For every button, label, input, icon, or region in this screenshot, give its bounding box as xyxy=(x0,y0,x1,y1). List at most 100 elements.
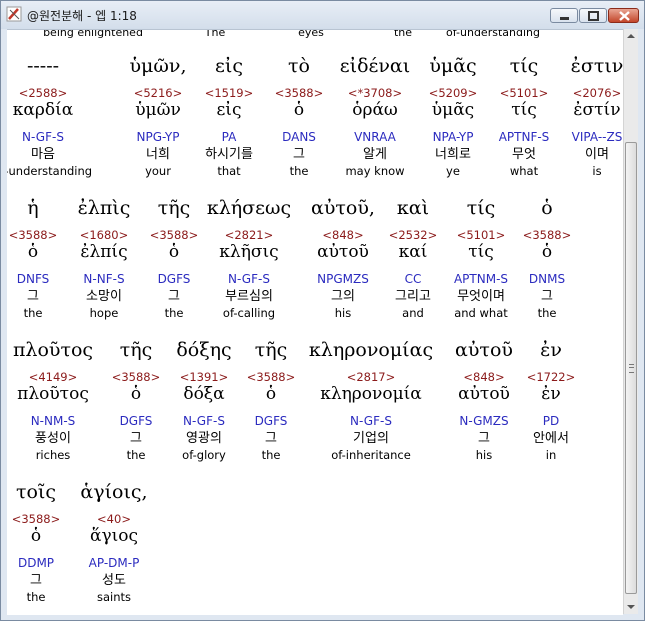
word-kor: 너희로 xyxy=(435,147,471,162)
word-kor: 무엇 xyxy=(512,147,536,162)
scroll-thumb[interactable] xyxy=(625,142,637,594)
word-greek[interactable]: ὑμῶν, xyxy=(130,54,187,78)
word-kor: 그리고 xyxy=(395,289,431,304)
word-lex: τίς xyxy=(468,242,494,262)
word-kor: 이며 xyxy=(585,147,609,162)
word-greek[interactable]: τοῖς xyxy=(16,480,56,504)
word-eng: of-understanding xyxy=(7,164,93,178)
word-kor: 그 xyxy=(541,289,553,304)
word-morph: DGFS xyxy=(254,414,288,428)
word-greek[interactable]: τὸ xyxy=(288,54,310,78)
word-greek[interactable]: πλοῦτος xyxy=(13,338,93,362)
word-eng: ye xyxy=(446,164,460,178)
word-morph: CC xyxy=(404,272,422,286)
cut-off-gloss: the xyxy=(393,29,413,39)
word-eng: of-inheritance xyxy=(331,448,411,462)
cut-off-gloss: of-understanding xyxy=(446,29,540,39)
word-kor: 그 xyxy=(293,147,305,162)
word-eng: saints xyxy=(96,590,132,604)
word-greek[interactable]: ἡ xyxy=(27,196,38,220)
word-lex: ἐστίν xyxy=(573,100,621,120)
word-morph: N-GF-S xyxy=(350,414,392,428)
word-eng: is xyxy=(592,164,602,178)
word-eng: what xyxy=(509,164,539,178)
word-lex: ὁ xyxy=(27,242,39,262)
word-kor: 성도 xyxy=(102,573,126,588)
word-eng: the xyxy=(23,306,43,320)
word-eng: the xyxy=(289,164,309,178)
word-greek[interactable]: ὑμᾶς xyxy=(429,54,476,78)
word-greek[interactable]: ἐν xyxy=(540,338,562,362)
app-window: @원전분해 - 엡 1:18 being enlightened The eyes t… xyxy=(0,0,645,621)
word-kor: 알게 xyxy=(363,147,387,162)
word-greek[interactable]: αὐτοῦ xyxy=(455,338,513,362)
vertical-scrollbar[interactable] xyxy=(623,29,638,614)
word-lex: δόξα xyxy=(183,384,225,404)
word-eng: of-glory xyxy=(182,448,226,462)
word-greek[interactable]: τῆς xyxy=(158,196,191,220)
word-morph: AP-DM-P xyxy=(88,556,140,570)
word-lex: εἰς xyxy=(216,100,242,120)
maximize-button[interactable] xyxy=(579,8,607,23)
word-greek[interactable]: τῆς xyxy=(255,338,288,362)
word-eng: hope xyxy=(89,306,119,320)
word-lex: κληρονομία xyxy=(320,384,422,404)
word-morph: DGFS xyxy=(157,272,191,286)
word-greek[interactable]: καὶ xyxy=(397,196,429,220)
word-lex: αὐτοῦ xyxy=(458,384,510,404)
word-greek[interactable]: εἰδέναι xyxy=(340,54,410,78)
word-eng: riches xyxy=(35,448,71,462)
word-kor: 부르심의 xyxy=(225,289,273,304)
word-greek[interactable]: ὁ xyxy=(541,196,552,220)
word-greek[interactable]: ----- xyxy=(27,54,59,78)
word-greek[interactable]: τίς xyxy=(510,54,539,78)
word-greek[interactable]: ἐστιν xyxy=(571,54,623,78)
word-kor: 그 xyxy=(27,289,39,304)
minimize-button[interactable] xyxy=(550,8,578,23)
word-lex: κλῆσις xyxy=(219,242,279,262)
word-lex: ὁ xyxy=(541,242,553,262)
word-kor: 마음 xyxy=(31,147,55,162)
word-lex: ὁ xyxy=(30,526,42,546)
word-morph: NPG-YP xyxy=(136,130,180,144)
word-eng: in xyxy=(545,448,557,462)
word-lex: ὁ xyxy=(130,384,142,404)
word-greek[interactable]: εἰς xyxy=(215,54,243,78)
word-eng: your xyxy=(145,164,171,178)
scroll-down-arrow-icon[interactable] xyxy=(624,600,638,614)
word-greek[interactable]: ἁγίοις, xyxy=(80,480,147,504)
word-eng: the xyxy=(164,306,184,320)
word-eng: and xyxy=(402,306,424,320)
word-lex: ἅγιος xyxy=(89,526,139,546)
cut-off-gloss: being enlightened xyxy=(43,29,143,39)
word-morph: VNRAA xyxy=(354,130,396,144)
word-morph: APTNM-S xyxy=(453,272,509,286)
word-greek[interactable]: αὐτοῦ, xyxy=(311,196,375,220)
word-kor: 풍성이 xyxy=(35,431,71,446)
title-bar[interactable]: @원전분해 - 엡 1:18 xyxy=(1,1,644,29)
word-kor: 그 xyxy=(130,431,142,446)
word-kor: 그의 xyxy=(331,289,355,304)
minimize-icon xyxy=(560,17,569,20)
close-button[interactable] xyxy=(608,8,639,23)
word-greek[interactable]: τίς xyxy=(467,196,496,220)
word-morph: DNFS xyxy=(16,272,50,286)
pencil-ruler-icon xyxy=(6,6,22,22)
word-greek[interactable]: κλήσεως xyxy=(207,196,291,220)
word-greek[interactable]: δόξης xyxy=(176,338,231,362)
word-eng: that xyxy=(217,164,241,178)
word-greek[interactable]: ἐλπὶς xyxy=(78,196,131,220)
word-eng: the xyxy=(537,306,557,320)
word-morph: VIPA--ZS xyxy=(571,130,623,144)
word-greek[interactable]: κληρονομίας xyxy=(309,338,433,362)
grip-icon xyxy=(629,364,634,373)
word-lex: ὁ xyxy=(293,100,305,120)
word-eng: and what xyxy=(454,306,508,320)
scroll-up-arrow-icon[interactable] xyxy=(624,29,638,43)
word-morph: N-GMZS xyxy=(459,414,509,428)
word-morph: DNMS xyxy=(528,272,566,286)
word-lex: ὁ xyxy=(265,384,277,404)
word-greek[interactable]: τῆς xyxy=(120,338,153,362)
word-eng: his xyxy=(475,448,493,462)
word-kor: 그 xyxy=(168,289,180,304)
